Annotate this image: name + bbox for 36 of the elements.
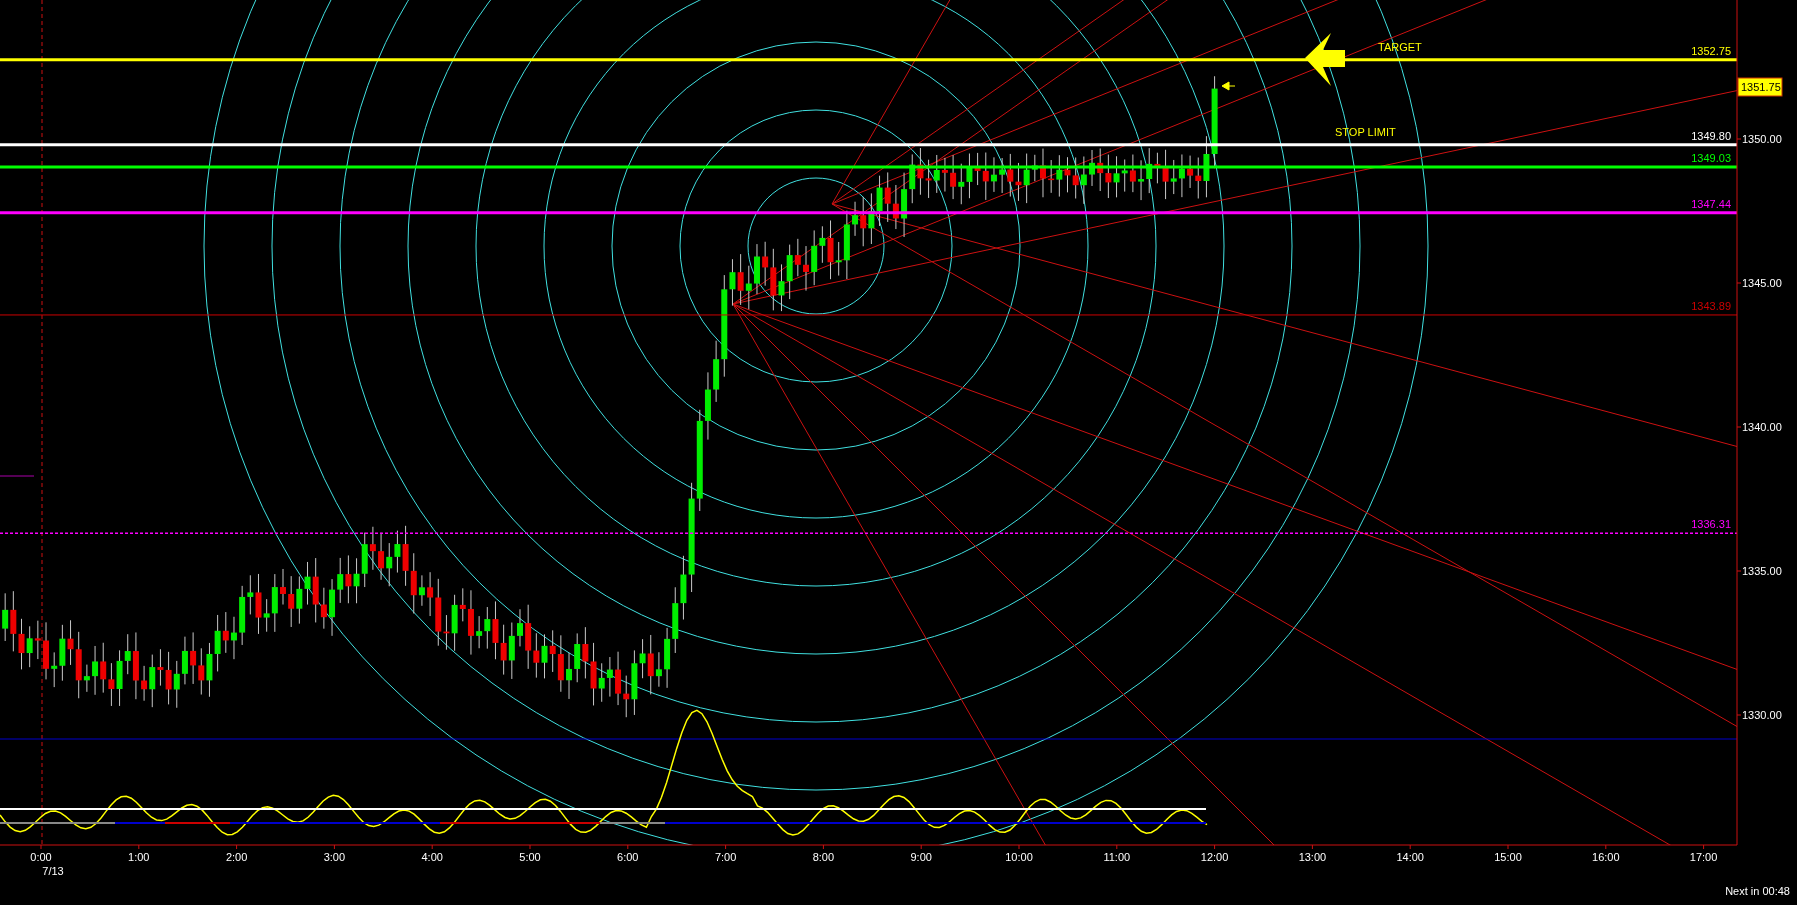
price-level-value: 1352.75 — [1691, 44, 1731, 57]
time-axis-label: 16:00 — [1592, 851, 1620, 863]
date-label: 7/13 — [42, 865, 64, 877]
price-level-value: 1336.31 — [1691, 518, 1731, 531]
level-label: TARGET — [1378, 40, 1422, 53]
price-axis-label: 1345.00 — [1742, 277, 1782, 289]
time-axis-label: 3:00 — [323, 851, 346, 863]
time-axis-label: 11:00 — [1103, 851, 1131, 863]
time-axis-label: 17:00 — [1689, 851, 1718, 863]
price-axis-label: 1340.00 — [1742, 421, 1782, 433]
target-arrow-icon — [1305, 33, 1345, 86]
price-level-value: 1343.89 — [1691, 299, 1731, 312]
time-axis-label: 1:00 — [128, 851, 150, 863]
time-axis-label: 15:00 — [1494, 851, 1522, 863]
price-axis-label: 1350.00 — [1742, 133, 1782, 145]
time-axis-label: 0:00 — [30, 851, 52, 863]
time-axis-label: 5:00 — [519, 851, 541, 863]
time-axis-label: 12:00 — [1200, 851, 1229, 863]
time-axis-label: 7:00 — [714, 851, 737, 863]
price-pointer-icon — [1221, 81, 1236, 91]
time-axis-label: 2:00 — [225, 851, 248, 863]
price-axis-label: 1330.00 — [1742, 709, 1782, 721]
time-axis-label: 10:00 — [1005, 851, 1033, 863]
price-level-value: 1349.03 — [1691, 151, 1731, 164]
time-axis-label: 14:00 — [1396, 851, 1424, 863]
time-axis-label: 13:00 — [1298, 851, 1327, 863]
time-axis-label: 6:00 — [617, 851, 639, 863]
next-bar-timer: Next in 00:48 — [1725, 885, 1790, 897]
time-axis-label: 8:00 — [812, 851, 835, 863]
time-axis-label: 9:00 — [910, 851, 932, 863]
price-level-value: 1347.44 — [1691, 197, 1731, 210]
price-axis-label: 1335.00 — [1742, 565, 1782, 577]
level-label: STOP LIMIT — [1335, 125, 1396, 138]
current-price-tag: 1351.75 — [1737, 77, 1783, 97]
price-level-value: 1349.80 — [1691, 129, 1731, 142]
time-axis-label: 4:00 — [421, 851, 443, 863]
